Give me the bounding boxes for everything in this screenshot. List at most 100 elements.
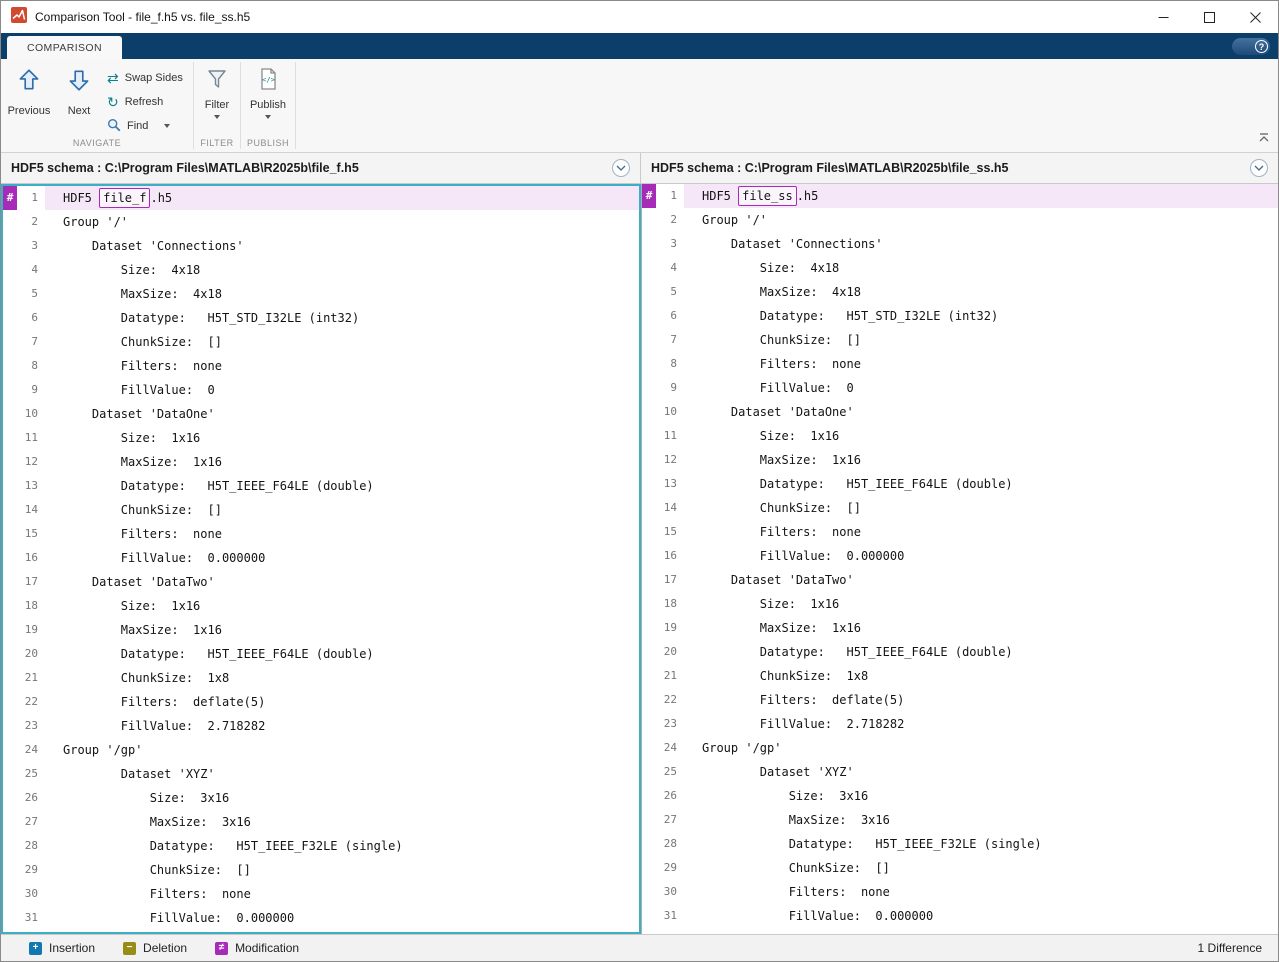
code-line[interactable]: 3 Dataset 'Connections'	[3, 234, 639, 258]
code-line[interactable]: 20 Datatype: H5T_IEEE_F64LE (double)	[642, 640, 1278, 664]
line-number: 30	[17, 882, 45, 906]
code-line[interactable]: 21 ChunkSize: 1x8	[3, 666, 639, 690]
gutter-cell	[642, 712, 656, 736]
line-text: Dataset 'Connections'	[45, 234, 639, 258]
line-text: FillValue: 0.000000	[45, 906, 639, 930]
insertion-legend: + Insertion	[29, 941, 95, 955]
code-line[interactable]: 30 Filters: none	[642, 880, 1278, 904]
code-line[interactable]: 4 Size: 4x18	[642, 256, 1278, 280]
publish-button[interactable]: </> Publish	[250, 59, 286, 138]
code-line[interactable]: 2Group '/'	[642, 208, 1278, 232]
filter-button[interactable]: Filter	[205, 59, 229, 138]
code-line[interactable]: 28 Datatype: H5T_IEEE_F32LE (single)	[642, 832, 1278, 856]
close-button[interactable]	[1232, 1, 1278, 33]
code-line[interactable]: 31 FillValue: 0.000000	[642, 904, 1278, 928]
code-line[interactable]: 10 Dataset 'DataOne'	[3, 402, 639, 426]
code-line[interactable]: 8 Filters: none	[3, 354, 639, 378]
chevron-down-icon	[265, 115, 271, 119]
code-line[interactable]: 27 MaxSize: 3x16	[3, 810, 639, 834]
code-line[interactable]: 13 Datatype: H5T_IEEE_F64LE (double)	[642, 472, 1278, 496]
code-line[interactable]: 18 Size: 1x16	[642, 592, 1278, 616]
code-line[interactable]: 26 Size: 3x16	[642, 784, 1278, 808]
code-line[interactable]: 19 MaxSize: 1x16	[3, 618, 639, 642]
code-line[interactable]: 27 MaxSize: 3x16	[642, 808, 1278, 832]
code-line[interactable]: 28 Datatype: H5T_IEEE_F32LE (single)	[3, 834, 639, 858]
previous-button[interactable]: Previous	[1, 59, 57, 138]
code-line[interactable]: 31 FillValue: 0.000000	[3, 906, 639, 930]
code-line[interactable]: 29 ChunkSize: []	[642, 856, 1278, 880]
svg-text:</>: </>	[262, 76, 275, 84]
modification-icon: ≠	[215, 942, 228, 955]
line-text: Group '/gp'	[45, 738, 639, 762]
left-pane-collapse-button[interactable]	[612, 159, 630, 177]
code-line[interactable]: 24Group '/gp'	[642, 736, 1278, 760]
code-line[interactable]: 30 Filters: none	[3, 882, 639, 906]
code-line[interactable]: 12 MaxSize: 1x16	[3, 450, 639, 474]
code-line[interactable]: 21 ChunkSize: 1x8	[642, 664, 1278, 688]
minimize-button[interactable]	[1140, 1, 1186, 33]
code-line[interactable]: 22 Filters: deflate(5)	[642, 688, 1278, 712]
code-line[interactable]: 7 ChunkSize: []	[642, 328, 1278, 352]
refresh-button[interactable]: ↻ Refresh	[101, 90, 189, 114]
left-pane-title: HDF5 schema : C:\Program Files\MATLAB\R2…	[11, 161, 359, 175]
line-number: 9	[656, 376, 684, 400]
line-text: Filters: deflate(5)	[45, 690, 639, 714]
next-button[interactable]: Next	[57, 59, 101, 138]
code-line[interactable]: 9 FillValue: 0	[3, 378, 639, 402]
code-line[interactable]: 15 Filters: none	[3, 522, 639, 546]
code-line[interactable]: 4 Size: 4x18	[3, 258, 639, 282]
code-line[interactable]: 23 FillValue: 2.718282	[3, 714, 639, 738]
code-line[interactable]: 19 MaxSize: 1x16	[642, 616, 1278, 640]
line-number: 2	[17, 210, 45, 234]
code-line-modified[interactable]: #1HDF5 file_ss.h5	[642, 184, 1278, 208]
publish-section-label: PUBLISH	[241, 138, 295, 152]
line-number: 14	[656, 496, 684, 520]
code-line[interactable]: 16 FillValue: 0.000000	[642, 544, 1278, 568]
code-line[interactable]: 5 MaxSize: 4x18	[3, 282, 639, 306]
code-line[interactable]: 9 FillValue: 0	[642, 376, 1278, 400]
code-line[interactable]: 11 Size: 1x16	[642, 424, 1278, 448]
code-line[interactable]: 11 Size: 1x16	[3, 426, 639, 450]
code-line[interactable]: 2Group '/'	[3, 210, 639, 234]
code-line[interactable]: 6 Datatype: H5T_STD_I32LE (int32)	[642, 304, 1278, 328]
code-line[interactable]: 20 Datatype: H5T_IEEE_F64LE (double)	[3, 642, 639, 666]
line-number: 24	[17, 738, 45, 762]
code-line[interactable]: 24Group '/gp'	[3, 738, 639, 762]
code-line-modified[interactable]: #1HDF5 file_f.h5	[3, 186, 639, 210]
code-line[interactable]: 5 MaxSize: 4x18	[642, 280, 1278, 304]
code-line[interactable]: 17 Dataset 'DataTwo'	[3, 570, 639, 594]
code-line[interactable]: 8 Filters: none	[642, 352, 1278, 376]
code-line[interactable]: 16 FillValue: 0.000000	[3, 546, 639, 570]
code-line[interactable]: 14 ChunkSize: []	[642, 496, 1278, 520]
code-line[interactable]: 25 Dataset 'XYZ'	[3, 762, 639, 786]
line-text: Dataset 'Connections'	[684, 232, 1278, 256]
collapse-ribbon-button[interactable]	[1258, 130, 1270, 148]
code-line[interactable]: 6 Datatype: H5T_STD_I32LE (int32)	[3, 306, 639, 330]
tab-comparison[interactable]: COMPARISON	[7, 36, 122, 59]
code-line[interactable]: 13 Datatype: H5T_IEEE_F64LE (double)	[3, 474, 639, 498]
code-line[interactable]: 29 ChunkSize: []	[3, 858, 639, 882]
code-line[interactable]: 12 MaxSize: 1x16	[642, 448, 1278, 472]
maximize-button[interactable]	[1186, 1, 1232, 33]
code-line[interactable]: 15 Filters: none	[642, 520, 1278, 544]
line-number: 19	[656, 616, 684, 640]
code-line[interactable]: 14 ChunkSize: []	[3, 498, 639, 522]
gutter-cell	[642, 808, 656, 832]
code-line[interactable]: 3 Dataset 'Connections'	[642, 232, 1278, 256]
code-line[interactable]: 10 Dataset 'DataOne'	[642, 400, 1278, 424]
line-number: 4	[17, 258, 45, 282]
find-button[interactable]: Find	[101, 114, 189, 138]
code-line[interactable]: 23 FillValue: 2.718282	[642, 712, 1278, 736]
gutter-cell	[642, 232, 656, 256]
swap-sides-button[interactable]: ⇄ Swap Sides	[101, 66, 189, 90]
code-line[interactable]: 18 Size: 1x16	[3, 594, 639, 618]
right-pane-collapse-button[interactable]	[1250, 159, 1268, 177]
code-line[interactable]: 17 Dataset 'DataTwo'	[642, 568, 1278, 592]
line-number: 8	[656, 352, 684, 376]
code-line[interactable]: 22 Filters: deflate(5)	[3, 690, 639, 714]
gutter-cell	[3, 306, 17, 330]
help-button[interactable]: ?	[1232, 38, 1270, 55]
code-line[interactable]: 25 Dataset 'XYZ'	[642, 760, 1278, 784]
code-line[interactable]: 26 Size: 3x16	[3, 786, 639, 810]
code-line[interactable]: 7 ChunkSize: []	[3, 330, 639, 354]
